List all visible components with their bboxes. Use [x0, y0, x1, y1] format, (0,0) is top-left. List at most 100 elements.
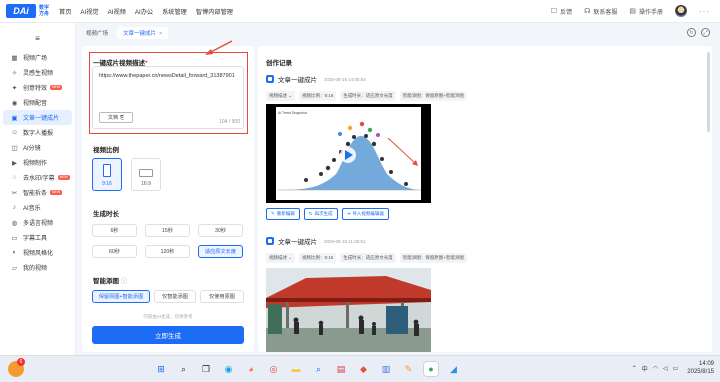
tab-video-square[interactable]: 视频广场 [80, 27, 114, 39]
notepad-icon[interactable]: ▥ [379, 362, 393, 376]
generate-button[interactable]: 立即生成 [92, 326, 244, 344]
globe-icon: ◍ [11, 219, 18, 227]
windows-start-icon[interactable]: ⊞ [154, 362, 168, 376]
tag-smart-image: 智能添图：保留原图+智能添图 [399, 253, 467, 263]
sidebar-item-creative-effects[interactable]: ✦ 创意特效 NEW [3, 80, 72, 95]
task-view-icon[interactable]: ❐ [199, 362, 213, 376]
image-original-only[interactable]: 仅使用原图 [200, 290, 244, 303]
sidebar-item-video-production[interactable]: ▶ 视频制作 [3, 155, 72, 170]
smart-image-title: 智能添图 ⓘ [93, 278, 128, 285]
edit-icon: ✎ [271, 211, 275, 216]
video-record-icon [266, 75, 274, 83]
brand-logo[interactable]: DAi 数字 方舟 [6, 4, 49, 18]
pdf-icon[interactable]: ▤ [334, 362, 348, 376]
avatar[interactable] [675, 5, 687, 17]
app-cube-icon[interactable]: ◆ [357, 362, 371, 376]
search-app-icon[interactable]: ⌕ [312, 362, 326, 376]
sidebar-item-video-square[interactable]: ▦ 视频广场 [3, 50, 72, 65]
refresh-icon[interactable]: ↻ [687, 28, 696, 37]
feedback-icon: ☐ [550, 8, 558, 15]
history-title: 创作记录 [266, 60, 292, 67]
import-editor-button[interactable]: ⇥ 导入视频编辑器 [341, 208, 389, 220]
wifi-icon[interactable]: ◠ [653, 365, 658, 372]
search-icon[interactable]: ⌕ [177, 362, 191, 376]
sidebar-item-dubbing[interactable]: ◉ 视频配音 [3, 95, 72, 110]
nav-system-admin[interactable]: 系统管理 [162, 7, 187, 16]
manual-link[interactable]: ▤ 操作手册 [629, 7, 663, 16]
image-add-only[interactable]: 仅智能添图 [154, 290, 196, 303]
nav-ai-vision[interactable]: AI视觉 [80, 7, 98, 16]
sidebar-item-watermark-removal[interactable]: ◌ 去水印/字幕 NEW [3, 170, 72, 185]
ratio-9-16[interactable]: 9:16 [92, 158, 122, 191]
tag-smart-image: 智能添图：保留原图+智能添图 [399, 91, 467, 101]
feather-icon[interactable]: ✎ [402, 362, 416, 376]
expand-icon[interactable]: ⤢ [701, 28, 710, 37]
nav-ai-video[interactable]: AI视频 [108, 7, 126, 16]
sidebar-item-article-to-video[interactable]: ▣ 文章一键成片 [3, 110, 72, 125]
import-icon: ⇥ [346, 211, 351, 216]
annotation-arrow [205, 40, 233, 55]
chrome-icon[interactable]: ◎ [267, 362, 281, 376]
re-edit-button[interactable]: ✎ 重新编辑 [266, 208, 300, 220]
history-scrollbar[interactable] [707, 52, 710, 132]
tag-desc[interactable]: 视频描述 ⌄ [266, 91, 296, 101]
sidebar-item-smart-split[interactable]: ✂ 智能拆条 NEW [3, 185, 72, 200]
edge-browser-icon[interactable]: ◉ [222, 362, 236, 376]
regenerate-button[interactable]: ↻ 再次生成 [303, 208, 338, 220]
clock[interactable]: 14:09 2025/8/15 [687, 360, 714, 376]
duration-120s[interactable]: 120秒 [145, 245, 190, 258]
tag-ratio: 视频比例：9:16 [299, 253, 337, 263]
sidebar-item-digital-human[interactable]: ☺ 数字人播报 [3, 125, 72, 140]
tag-duration: 生成时长：适应原文长度 [340, 91, 396, 101]
sidebar-item-stylize[interactable]: ◐ 视频风格化 [3, 245, 72, 260]
film-icon: ▶ [12, 159, 17, 167]
tab-article-to-video[interactable]: 文章一键成片 × [117, 27, 169, 39]
chevron-up-icon[interactable]: ⌃ [632, 365, 637, 372]
sidebar-item-ai-storyboard[interactable]: ◫ AI分镜 [3, 140, 72, 155]
input-lang-indicator[interactable]: 中 [642, 364, 648, 373]
new-badge: NEW [50, 190, 63, 195]
help-icon[interactable]: ⓘ [121, 278, 128, 285]
sidebar-item-my-videos[interactable]: ▱ 我的视频 [3, 260, 72, 275]
close-icon[interactable]: × [159, 31, 162, 37]
sidebar-item-subtitle-tools[interactable]: ▭ 字幕工具 [3, 230, 72, 245]
feedback-link[interactable]: ☐ 反馈 [551, 7, 572, 16]
subtitle-icon: ▭ [11, 234, 18, 242]
file-explorer-icon[interactable]: ▬ [289, 362, 303, 376]
scissors-icon: ✂ [11, 189, 18, 197]
video-thumbnail-1[interactable]: Ai Trend Snapshot [266, 104, 431, 203]
duration-fit-article[interactable]: 适应原文长度 [198, 245, 243, 258]
more-icon[interactable]: ··· [699, 7, 710, 16]
top-navbar: DAi 数字 方舟 首页 AI视觉 AI视频 AI办公 系统管理 智博内部管理 … [0, 0, 720, 23]
sparkle-icon: ✦ [11, 84, 18, 92]
system-tray: ⌃ 中 ◠ ◁ ▭ 14:09 2025/8/15 [632, 360, 714, 376]
eraser-icon: ◌ [12, 174, 17, 181]
wechat-icon[interactable]: ● [424, 362, 438, 376]
sidebar-item-ai-music[interactable]: ♪ AI音乐 [3, 200, 72, 215]
video-thumbnail-2[interactable] [266, 268, 431, 352]
duration-30s[interactable]: 30秒 [198, 224, 243, 237]
menu-toggle-icon[interactable]: ≡ [0, 34, 75, 43]
battery-icon[interactable]: ▭ [673, 365, 679, 372]
refresh-icon: ↻ [308, 211, 313, 216]
new-badge: NEW [50, 85, 63, 90]
blue-app-icon[interactable]: ◢ [447, 362, 461, 376]
sidebar-item-inspiration-video[interactable]: ✧ 灵感生视频 [3, 65, 72, 80]
duration-15s[interactable]: 15秒 [145, 224, 190, 237]
headset-icon: ☊ [584, 8, 591, 15]
nav-ai-office[interactable]: AI办公 [135, 7, 153, 16]
duration-6s[interactable]: 6秒 [92, 224, 137, 237]
contact-service-link[interactable]: ☊ 联系客服 [584, 7, 617, 16]
nav-internal-admin[interactable]: 智博内部管理 [196, 7, 233, 16]
firefox-icon[interactable]: ◕ [244, 362, 258, 376]
duration-60s[interactable]: 60秒 [92, 245, 137, 258]
volume-icon[interactable]: ◁ [663, 365, 668, 372]
image-keep-and-add[interactable]: 保留原图+智能添图 [92, 290, 150, 303]
tag-desc[interactable]: 视频描述 ⌄ [266, 253, 296, 263]
logo-mark: DAi [6, 4, 36, 18]
tag-ratio: 视频比例：9:16 [299, 91, 337, 101]
nav-home[interactable]: 首页 [59, 7, 71, 16]
ratio-16-9[interactable]: 16:9 [131, 158, 161, 191]
logo-text: 数字 方舟 [39, 5, 50, 17]
sidebar-item-multilingual[interactable]: ◍ 多语言视频 [3, 215, 72, 230]
